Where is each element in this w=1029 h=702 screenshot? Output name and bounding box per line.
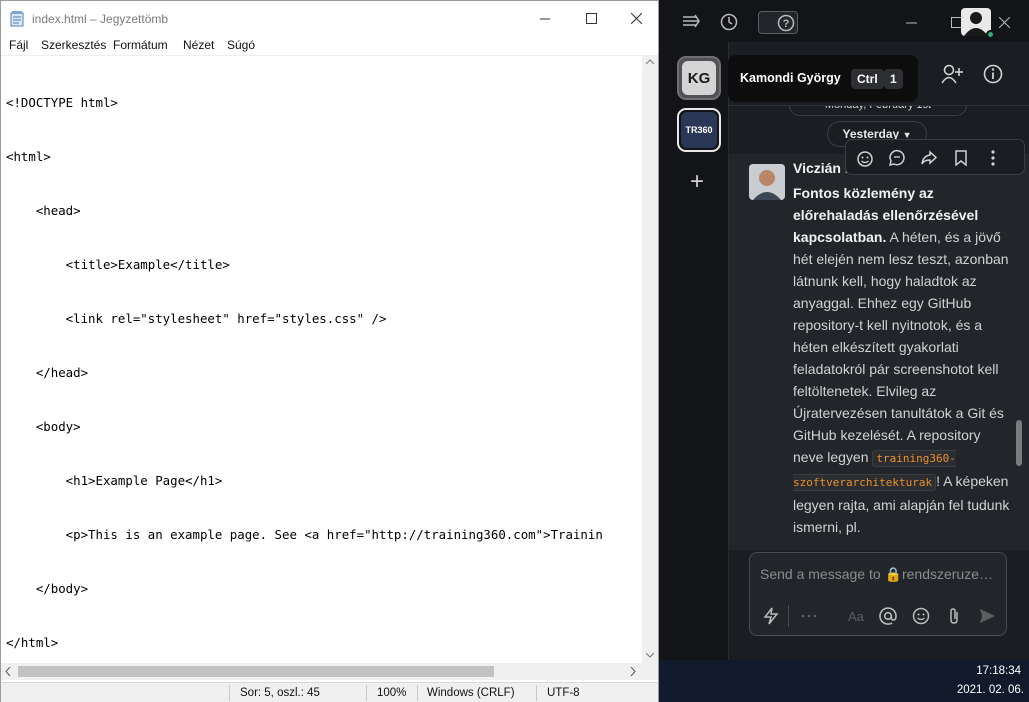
formatting-more-icon[interactable] [800,607,818,625]
tooltip-key-ctrl: Ctrl [851,69,884,89]
search-box[interactable]: ? [758,11,798,34]
workspace-training360[interactable]: TR360 [677,108,721,152]
more-actions-icon[interactable] [984,149,1002,167]
message-row[interactable]: Viczián István Fontos közlemény az előre… [729,154,1029,550]
history-icon[interactable] [720,13,738,31]
code-line: <title>Example</title> [6,257,230,272]
close-icon[interactable] [999,17,1010,28]
status-bar: Sor: 5, oszl.: 45 100% Windows (CRLF) UT… [1,682,658,702]
add-workspace-icon[interactable]: + [690,168,704,196]
divider [229,685,230,701]
menu-bar: Fájl Szerkesztés Formátum Nézet Súgó [1,35,658,55]
composer-placeholder: Send a message to 🔒rendszeruze… [760,566,993,582]
workspace-rail: KG TR360 + [659,42,729,660]
scroll-left-icon[interactable] [5,667,11,676]
message-scrollbar-thumb[interactable] [1016,420,1022,466]
code-line: <p>This is an example page. See <a href=… [6,527,603,542]
send-icon[interactable] [978,607,996,625]
menu-format[interactable]: Formátum [113,38,168,52]
workspace-training360-logo: TR360 [681,112,717,148]
svg-text:Aa: Aa [848,609,865,624]
workspace-kg-initials: KG [682,61,716,95]
clock-time[interactable]: 17:18:34 [976,665,1021,677]
shortcuts-lightning-icon[interactable] [762,607,780,625]
divider [366,685,367,701]
code-line: <link rel="stylesheet" href="styles.css"… [6,311,387,326]
code-line: <!DOCTYPE html> [6,95,118,110]
bookmark-icon[interactable] [952,149,970,167]
divider [536,685,537,701]
line-ending: Windows (CRLF) [427,687,515,699]
slack-top-bar: ? [659,0,1029,42]
divider [417,685,418,701]
share-icon[interactable] [920,149,938,167]
scrollbar-corner [642,663,658,680]
maximize-icon [585,12,597,24]
scroll-down-icon[interactable] [646,652,654,658]
emoji-icon[interactable] [912,607,930,625]
code-line: <body> [6,419,81,434]
date-divider-top: Monday, February 1st [789,106,967,116]
presence-indicator [986,30,995,39]
menu-view[interactable]: Nézet [183,38,214,52]
notepad-window: index.html – Jegyzettömb Fájl Szerkeszté… [0,0,659,702]
horizontal-scroll-thumb[interactable] [18,666,494,677]
text-editor[interactable]: <!DOCTYPE html> <html> <head> <title>Exa… [1,55,642,663]
mention-icon[interactable] [879,607,897,625]
reply-thread-icon[interactable] [888,149,906,167]
zoom-level: 100% [377,687,407,699]
menu-help[interactable]: Súgó [227,38,255,52]
editor-text: <!DOCTYPE html> <html> <head> <title>Exa… [6,58,603,663]
tooltip-name: Kamondi György [740,71,841,85]
minimize-icon [539,18,550,19]
menu-file[interactable]: Fájl [9,38,28,52]
divider [788,605,789,627]
cursor-position: Sor: 5, oszl.: 45 [240,687,320,699]
sidebar-toggle-icon[interactable] [683,14,701,28]
title-bar[interactable]: index.html – Jegyzettömb [1,1,658,35]
code-line: <html> [6,149,51,164]
scroll-up-icon[interactable] [646,59,654,65]
code-line: <head> [6,203,81,218]
message-actions-bar [845,139,1025,175]
vertical-scrollbar[interactable] [642,55,658,663]
notepad-app-icon [10,11,24,27]
close-icon [630,12,642,24]
horizontal-scrollbar[interactable] [1,663,642,680]
message-text: A héten, és a jövő hét elején nem lesz t… [793,229,1009,465]
help-icon[interactable]: ? [777,14,795,32]
maximize-button[interactable] [568,1,614,35]
message-composer[interactable]: Send a message to 🔒rendszeruze… Aa [749,552,1007,636]
clock-date[interactable]: 2021. 02. 06. [957,684,1024,696]
add-member-icon[interactable] [941,64,963,84]
workspace-tooltip: Kamondi György Ctrl 1 [728,55,918,102]
sender-avatar[interactable] [749,164,785,200]
attachment-icon[interactable] [945,607,963,625]
encoding: UTF-8 [547,687,580,699]
info-icon[interactable] [983,64,1003,84]
add-reaction-icon[interactable] [856,149,874,167]
scroll-right-icon[interactable] [630,667,636,676]
menu-edit[interactable]: Szerkesztés [41,38,106,52]
code-line: </body> [6,581,89,596]
person-photo-icon [749,164,785,200]
message-list[interactable]: Monday, February 1st Viczián István Font… [729,106,1029,550]
windows-taskbar: 17:18:34 2021. 02. 06. [659,660,1029,702]
window-title: index.html – Jegyzettömb [32,12,169,26]
minimize-icon[interactable] [906,22,917,24]
close-button[interactable] [613,1,659,35]
code-line: </html> [6,635,59,650]
tooltip-key-1: 1 [884,69,903,89]
code-line: <h1>Example Page</h1> [6,473,223,488]
svg-text:?: ? [783,18,790,30]
message-body: Fontos közlemény az előrehaladás ellenőr… [793,182,1011,538]
code-line: </head> [6,365,89,380]
text-format-icon[interactable]: Aa [848,607,866,625]
minimize-button[interactable] [522,1,568,35]
workspace-kg[interactable]: KG [677,56,721,100]
